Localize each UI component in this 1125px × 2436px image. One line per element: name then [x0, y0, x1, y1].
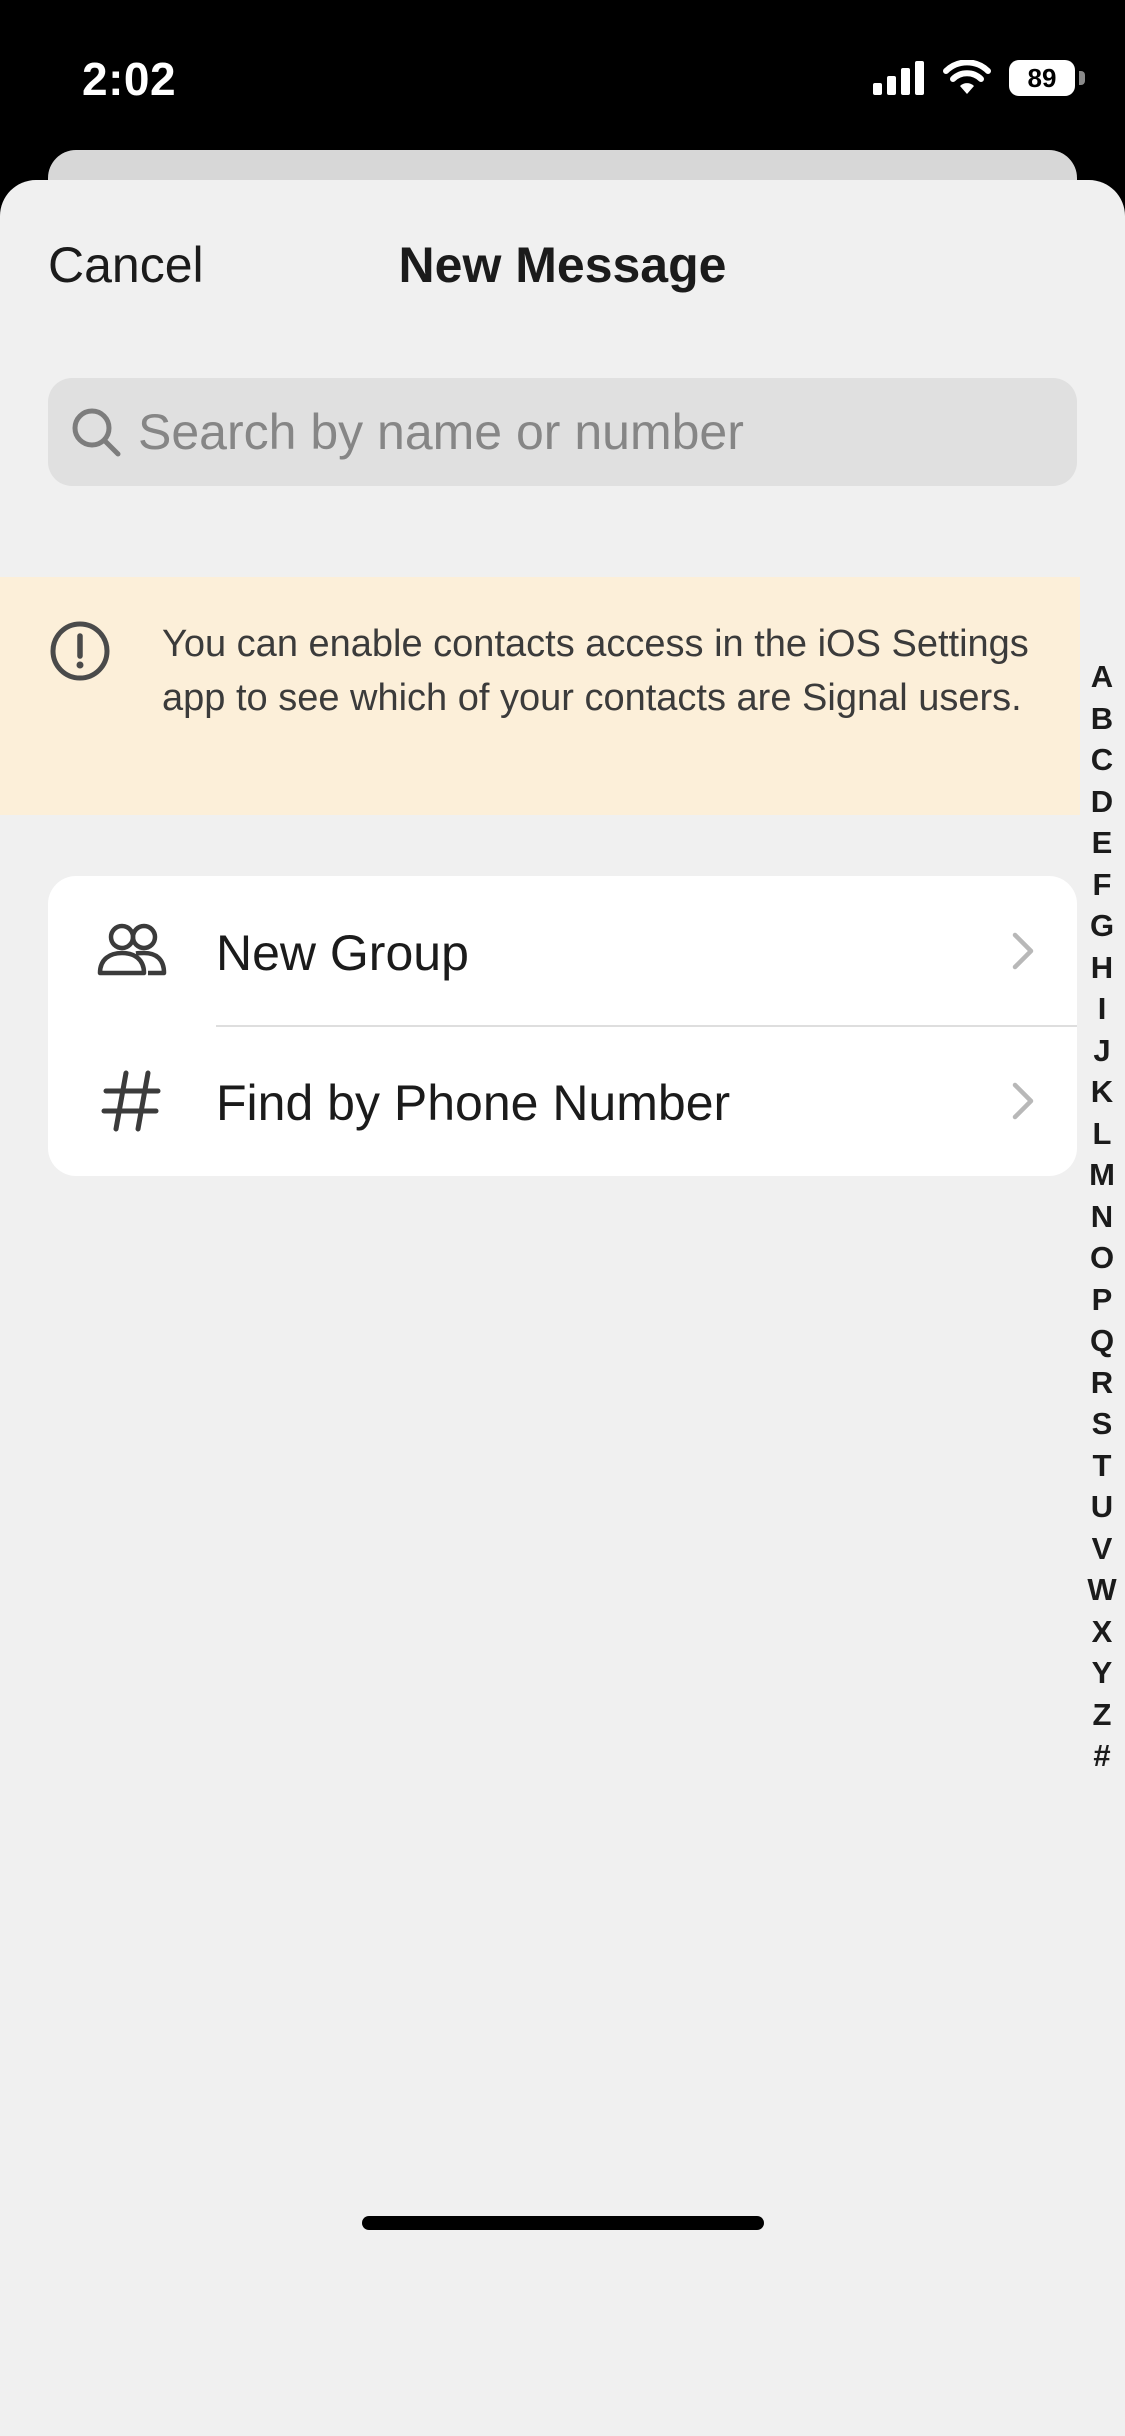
- index-letter[interactable]: M: [1082, 1154, 1122, 1196]
- cancel-button[interactable]: Cancel: [48, 236, 204, 294]
- alphabet-index[interactable]: A B C D E F G H I J K L M N O P Q R S T U V W X Y Z #: [1082, 656, 1122, 1777]
- exclamation-circle-icon: [50, 621, 110, 681]
- index-letter[interactable]: R: [1082, 1362, 1122, 1404]
- index-letter[interactable]: T: [1082, 1445, 1122, 1487]
- new-group-row[interactable]: New Group: [48, 876, 1077, 1027]
- index-letter[interactable]: N: [1082, 1196, 1122, 1238]
- find-by-phone-number-row[interactable]: Find by Phone Number: [48, 1026, 1077, 1176]
- index-letter[interactable]: S: [1082, 1403, 1122, 1445]
- status-bar: 2:02 89: [0, 0, 1125, 150]
- index-letter[interactable]: X: [1082, 1611, 1122, 1653]
- new-message-sheet: New Message Cancel You can enable contac…: [0, 180, 1125, 2436]
- index-letter[interactable]: J: [1082, 1030, 1122, 1072]
- index-letter[interactable]: F: [1082, 864, 1122, 906]
- battery-icon: 89: [1009, 60, 1075, 96]
- index-letter[interactable]: O: [1082, 1237, 1122, 1279]
- index-letter[interactable]: U: [1082, 1486, 1122, 1528]
- index-letter[interactable]: C: [1082, 739, 1122, 781]
- status-time: 2:02: [82, 53, 177, 105]
- search-bar[interactable]: [48, 378, 1077, 486]
- index-letter[interactable]: #: [1082, 1735, 1122, 1777]
- actions-card: New Group Find by Phone Number: [48, 876, 1077, 1176]
- index-letter[interactable]: V: [1082, 1528, 1122, 1570]
- index-letter[interactable]: G: [1082, 905, 1122, 947]
- battery-level: 89: [1027, 62, 1057, 93]
- battery-nub: [1079, 71, 1085, 85]
- index-letter[interactable]: Q: [1082, 1320, 1122, 1362]
- contacts-access-banner: You can enable contacts access in the iO…: [0, 577, 1080, 815]
- index-letter[interactable]: B: [1082, 698, 1122, 740]
- index-letter[interactable]: H: [1082, 947, 1122, 989]
- index-letter[interactable]: Z: [1082, 1694, 1122, 1736]
- status-icons: 89: [873, 60, 1085, 96]
- index-letter[interactable]: D: [1082, 781, 1122, 823]
- index-letter[interactable]: K: [1082, 1071, 1122, 1113]
- index-letter[interactable]: I: [1082, 988, 1122, 1030]
- chevron-right-icon: [1012, 1082, 1034, 1120]
- search-input[interactable]: [138, 403, 1038, 461]
- home-indicator: [362, 2216, 764, 2230]
- index-letter[interactable]: Y: [1082, 1652, 1122, 1694]
- new-group-label: New Group: [216, 925, 469, 981]
- index-letter[interactable]: W: [1082, 1569, 1122, 1611]
- index-letter[interactable]: A: [1082, 656, 1122, 698]
- wifi-icon: [943, 60, 991, 94]
- hash-icon: [101, 1070, 161, 1132]
- banner-text: You can enable contacts access in the iO…: [162, 623, 1029, 719]
- chevron-right-icon: [1012, 932, 1034, 970]
- cellular-signal-icon: [873, 61, 924, 95]
- search-icon: [72, 408, 121, 457]
- find-by-phone-number-label: Find by Phone Number: [216, 1075, 731, 1131]
- group-icon: [97, 923, 167, 976]
- index-letter[interactable]: P: [1082, 1279, 1122, 1321]
- index-letter[interactable]: L: [1082, 1113, 1122, 1155]
- index-letter[interactable]: E: [1082, 822, 1122, 864]
